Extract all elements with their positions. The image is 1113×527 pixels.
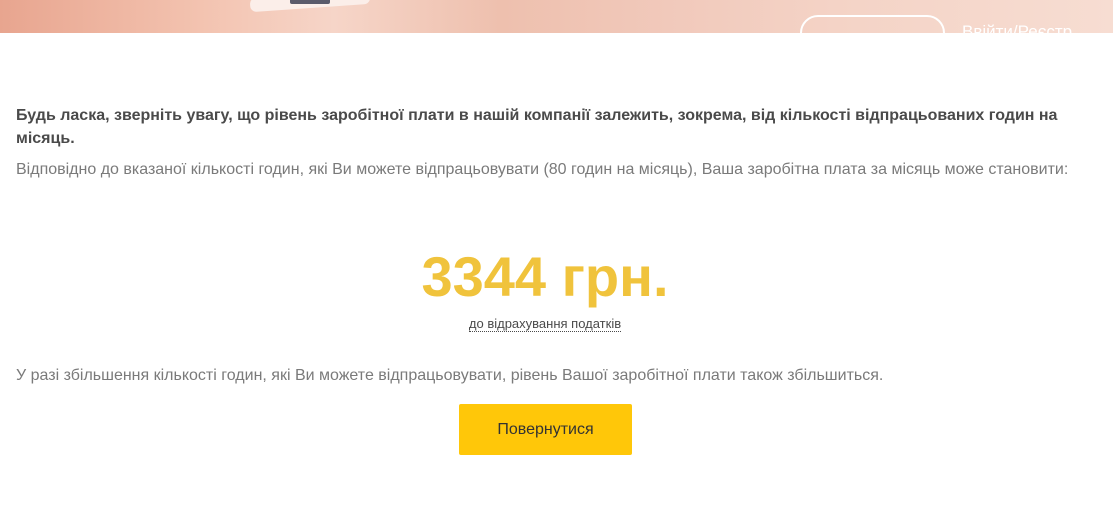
salary-amount: 3344 грн. <box>421 245 669 308</box>
pretax-note-text: до відрахування податків <box>468 316 622 332</box>
hero-decoration-dark <box>290 0 330 4</box>
hero-outline-button[interactable] <box>800 15 945 33</box>
main-content: Будь ласка, зверніть увагу, що рівень за… <box>16 104 1076 182</box>
hero-banner-image: Ввійти/Реєстр. <box>0 0 1113 33</box>
salary-notice: Будь ласка, зверніть увагу, що рівень за… <box>16 107 1058 147</box>
hero-nav-link[interactable]: Ввійти/Реєстр. <box>962 22 1077 33</box>
increase-note: У разі збільшення кількості годин, які В… <box>16 367 884 384</box>
salary-description: Відповідно до вказаної кількості годин, … <box>16 161 1069 178</box>
pretax-note: до відрахування податків <box>0 316 1090 332</box>
back-button[interactable]: Повернутися <box>459 404 632 455</box>
